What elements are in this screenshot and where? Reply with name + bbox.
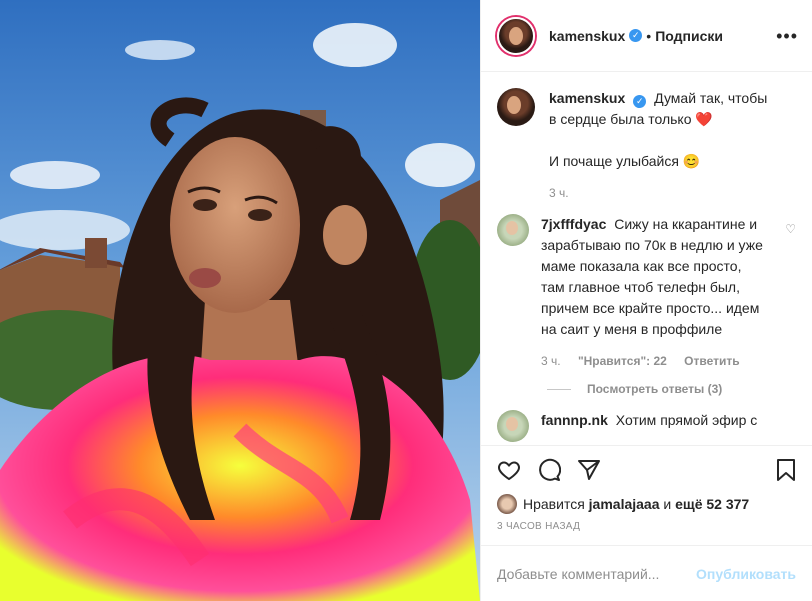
replies-divider bbox=[547, 388, 571, 390]
heart-emoji: ❤️ bbox=[695, 111, 713, 127]
bookmark-icon[interactable] bbox=[774, 458, 798, 482]
commenter-username[interactable]: 7jxfffdyac bbox=[541, 216, 606, 232]
comment-body: Хотим прямой эфир с bbox=[615, 412, 758, 428]
caption-text: kamenskux ✓ Думай так, чтобы в сердце был… bbox=[549, 88, 777, 172]
comment-likes[interactable]: "Нравится": 22 bbox=[578, 354, 667, 368]
likes-prefix: Нравится bbox=[523, 496, 585, 512]
liker-username[interactable]: jamalajaaa bbox=[589, 496, 660, 512]
author-username[interactable]: kamenskux bbox=[549, 28, 625, 44]
comment-time[interactable]: 3 ч. bbox=[541, 354, 561, 368]
comment-text: 7jxfffdyac Сижу на ккарантине и зарабтыв… bbox=[541, 214, 769, 340]
view-replies[interactable]: Посмотреть ответы (3) bbox=[547, 382, 796, 396]
likes-summary: Нравится jamalajaaa и ещё 52 377 bbox=[481, 493, 812, 515]
separator-dot: • bbox=[646, 27, 652, 44]
caption-avatar[interactable] bbox=[497, 88, 535, 126]
reply-button[interactable]: Ответить bbox=[684, 354, 739, 368]
comment-text: fannnp.nk Хотим прямой эфир с bbox=[541, 410, 769, 431]
commenter-avatar[interactable] bbox=[497, 410, 529, 442]
caption: kamenskux ✓ Думай так, чтобы в сердце был… bbox=[497, 88, 796, 200]
comment-input[interactable] bbox=[497, 565, 697, 582]
caption-meta: 3 ч. bbox=[549, 186, 777, 200]
commenter-avatar[interactable] bbox=[497, 214, 529, 246]
selfie-image bbox=[0, 0, 480, 601]
smile-emoji: 😊 bbox=[682, 153, 701, 169]
post-side-panel: kamenskux ✓ • Подписки ••• kamenskux ✓ Ду… bbox=[480, 0, 812, 601]
more-options-icon[interactable]: ••• bbox=[776, 26, 798, 47]
post-actions bbox=[481, 445, 812, 493]
verified-badge-icon: ✓ bbox=[633, 95, 647, 108]
following-button[interactable]: Подписки bbox=[655, 28, 723, 44]
publish-button[interactable]: Опубликовать bbox=[696, 566, 796, 582]
share-icon[interactable] bbox=[577, 458, 601, 482]
comment-icon[interactable] bbox=[537, 458, 561, 482]
instagram-post: kamenskux ✓ • Подписки ••• kamenskux ✓ Ду… bbox=[0, 0, 812, 601]
likes-and: и bbox=[663, 496, 672, 512]
author-avatar[interactable] bbox=[497, 16, 535, 55]
liker-avatar[interactable] bbox=[497, 494, 517, 514]
likes-count[interactable]: ещё 52 377 bbox=[675, 496, 749, 512]
heart-icon[interactable] bbox=[497, 458, 521, 482]
post-timestamp[interactable]: 3 ЧАСОВ НАЗАД bbox=[481, 515, 812, 545]
post-header: kamenskux ✓ • Подписки ••• bbox=[481, 0, 812, 72]
comment-like-heart-icon[interactable]: ♡ bbox=[785, 222, 796, 236]
comments-list[interactable]: kamenskux ✓ Думай так, чтобы в сердце был… bbox=[481, 72, 812, 445]
comment-item: fannnp.nk Хотим прямой эфир с bbox=[497, 410, 796, 442]
add-comment-bar: Опубликовать bbox=[481, 545, 812, 601]
comment-item: 7jxfffdyac Сижу на ккарантине и зарабтыв… bbox=[497, 214, 796, 368]
verified-badge-icon: ✓ bbox=[629, 29, 643, 42]
caption-line-2: И почаще улыбайся bbox=[549, 153, 679, 169]
post-photo[interactable] bbox=[0, 0, 480, 601]
commenter-username[interactable]: fannnp.nk bbox=[541, 412, 608, 428]
caption-time[interactable]: 3 ч. bbox=[549, 186, 569, 200]
caption-username[interactable]: kamenskux bbox=[549, 90, 625, 106]
comment-meta: 3 ч. "Нравится": 22 Ответить bbox=[541, 354, 769, 368]
comment-body: Сижу на ккарантине и зарабтываю по 70к в… bbox=[541, 216, 763, 337]
view-replies-label[interactable]: Посмотреть ответы (3) bbox=[587, 382, 722, 396]
